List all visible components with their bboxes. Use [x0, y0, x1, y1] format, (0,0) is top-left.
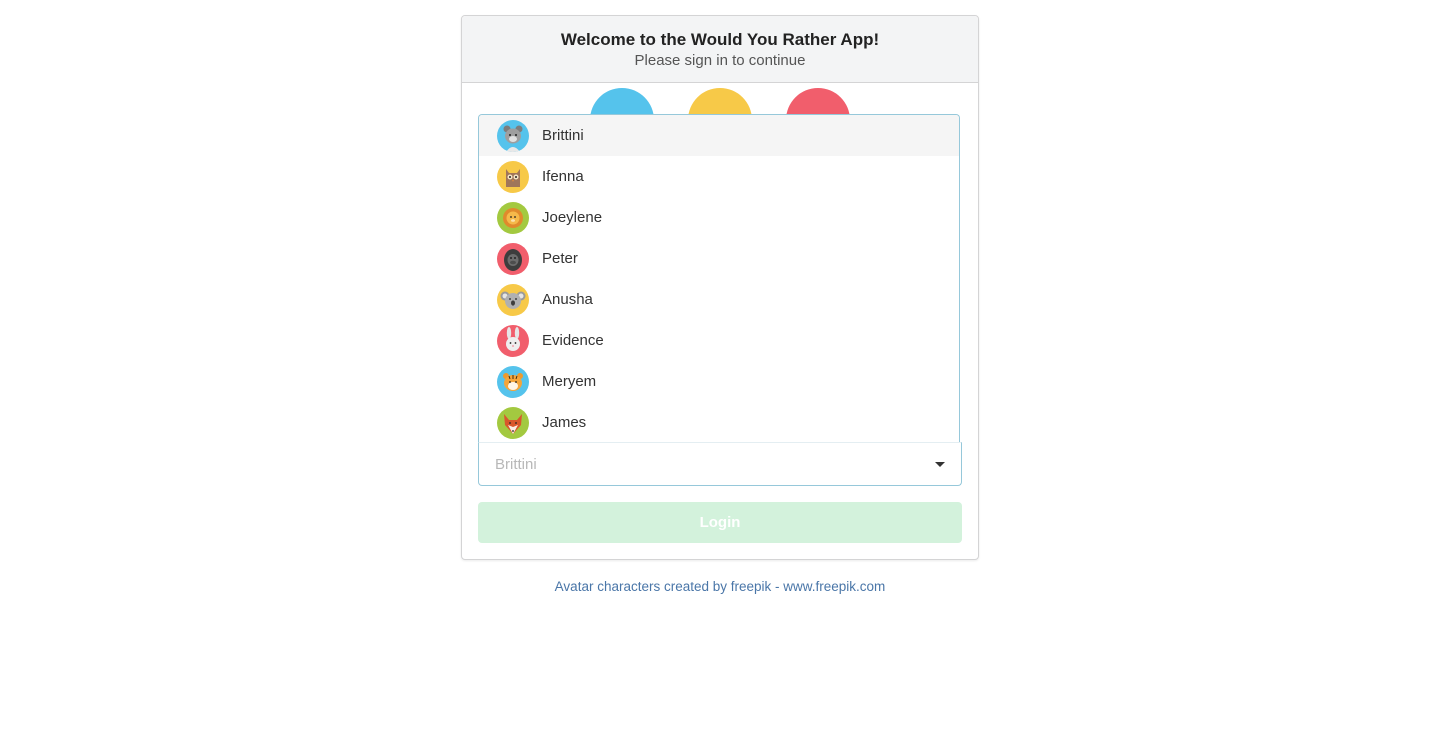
user-option[interactable]: Brittini: [479, 115, 959, 156]
page-title: Welcome to the Would You Rather App!: [560, 30, 880, 49]
user-option[interactable]: Anusha: [479, 279, 959, 320]
card-header: Welcome to the Would You Rather App! Ple…: [462, 16, 978, 83]
gorilla-icon: [497, 242, 529, 275]
user-option[interactable]: James: [479, 402, 959, 442]
koala-icon: [497, 283, 529, 316]
page-subtitle: Please sign in to continue: [634, 52, 806, 69]
user-option-label: Evidence: [542, 332, 604, 349]
user-option-label: Ifenna: [542, 168, 584, 185]
user-option-label: Peter: [542, 250, 578, 267]
user-option-label: Meryem: [542, 373, 597, 390]
bear-icon: [497, 119, 529, 152]
rabbit-icon: [497, 324, 529, 357]
user-option[interactable]: Joeylene: [479, 197, 959, 238]
footer-credit-link[interactable]: Avatar characters created by freepik - w…: [0, 579, 1440, 594]
user-option[interactable]: Meryem: [479, 361, 959, 402]
caret-down-icon[interactable]: [935, 462, 945, 467]
user-option-label: Joeylene: [542, 209, 603, 226]
user-option[interactable]: Evidence: [479, 320, 959, 361]
user-dropdown-menu: Brittini Ifenna Joeylene Peter Anusha Ev…: [478, 114, 960, 442]
user-select-value: Brittini: [495, 455, 537, 473]
lion-icon: [497, 201, 529, 234]
fox-icon: [497, 406, 529, 439]
user-option-label: Anusha: [542, 291, 593, 308]
user-option-label: Brittini: [542, 127, 584, 144]
user-option-label: James: [542, 414, 587, 431]
login-button[interactable]: Login: [478, 502, 962, 543]
owl-icon: [497, 160, 529, 193]
user-option[interactable]: Ifenna: [479, 156, 959, 197]
tiger-icon: [497, 365, 529, 398]
user-select[interactable]: Brittini: [478, 442, 962, 486]
user-option[interactable]: Peter: [479, 238, 959, 279]
